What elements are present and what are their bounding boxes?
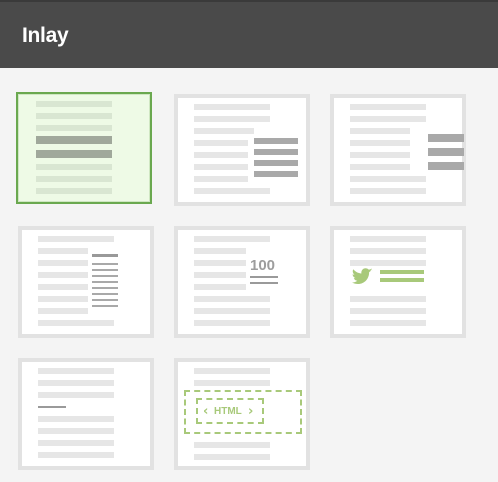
layout-tile-right-aside[interactable] (330, 94, 466, 206)
twitter-bird-icon (352, 268, 374, 284)
chevron-right-icon: › (248, 404, 254, 419)
layout-tile-number[interactable]: 100 (174, 226, 310, 338)
chevron-left-icon: ‹ (203, 404, 209, 419)
app-header: Inlay (0, 0, 498, 68)
layout-tile-html[interactable]: ‹ HTML › (174, 358, 310, 470)
number-stat: 100 (250, 257, 276, 274)
layout-tile-pullquote[interactable] (16, 92, 152, 204)
html-label: HTML (214, 406, 242, 417)
layout-tile-right-list[interactable] (18, 226, 154, 338)
app-title: Inlay (22, 24, 69, 47)
html-embed-frame: ‹ HTML › (184, 390, 302, 434)
layout-tile-right-block[interactable] (174, 94, 310, 206)
layout-tile-tweet[interactable] (330, 226, 466, 338)
layout-tile-divider[interactable] (18, 358, 154, 470)
